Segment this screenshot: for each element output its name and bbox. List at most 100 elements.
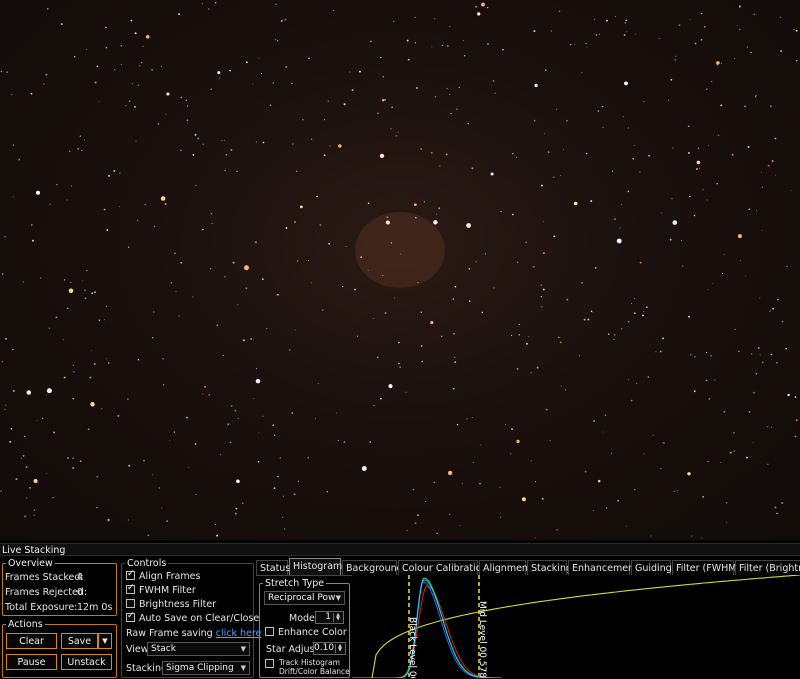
- save-button[interactable]: Save: [61, 633, 98, 649]
- stretch-type-legend: Stretch Type: [265, 578, 325, 589]
- star: [650, 535, 652, 537]
- star: [472, 462, 474, 464]
- star: [594, 267, 597, 269]
- tab-background[interactable]: Background: [342, 560, 403, 575]
- star: [161, 507, 163, 509]
- align-frames-check-icon[interactable]: [126, 569, 135, 580]
- star: [293, 493, 296, 496]
- align-frames-checkbox[interactable]: Align Frames: [126, 569, 200, 582]
- star: [33, 509, 36, 511]
- star: [24, 435, 26, 437]
- tab-guiding[interactable]: Guiding: [631, 560, 672, 575]
- stepper-arrows-icon[interactable]: ▲ ▼: [333, 613, 342, 622]
- histogram-plot[interactable]: Black Level 00 Mid Level 00.5784: [352, 575, 800, 678]
- star: [706, 88, 708, 90]
- auto-save-check-icon[interactable]: [126, 611, 135, 622]
- star: [86, 269, 88, 272]
- star: [232, 261, 235, 264]
- star: [746, 46, 748, 48]
- star: [541, 306, 543, 308]
- star: [762, 361, 764, 363]
- star: [438, 207, 441, 210]
- star: [748, 411, 751, 413]
- star: [105, 46, 108, 49]
- stretch-type-select[interactable]: Reciprocal Pow ▼: [264, 591, 345, 605]
- star: [398, 341, 400, 344]
- fwhm-filter-checkbox[interactable]: FWHM Filter: [126, 583, 196, 596]
- mode-stepper[interactable]: 1 ▲ ▼: [315, 611, 344, 624]
- star: [461, 482, 463, 484]
- star: [493, 287, 495, 289]
- star-adjust-stepper[interactable]: 0.10 ▲ ▼: [313, 642, 346, 655]
- star: [737, 24, 738, 26]
- star: [558, 10, 561, 12]
- star: [595, 34, 598, 36]
- tab-filter-fwhm[interactable]: Filter (FWHM): [672, 560, 740, 575]
- star: [670, 78, 673, 81]
- star: [445, 153, 448, 156]
- save-dropdown-button[interactable]: ▼: [98, 633, 112, 649]
- tab-status[interactable]: Status: [256, 560, 290, 575]
- enhance-color-checkbox[interactable]: Enhance Color: [265, 627, 347, 638]
- star: [430, 151, 433, 154]
- star: [590, 200, 593, 202]
- star: [417, 282, 419, 284]
- star: [229, 69, 231, 72]
- star: [556, 108, 558, 110]
- enhance-color-check-icon[interactable]: [265, 627, 274, 636]
- pause-button[interactable]: Pause: [6, 654, 57, 670]
- stacking-select[interactable]: Sigma Clipping ▼: [162, 661, 250, 675]
- track-histogram-check-icon[interactable]: [265, 659, 274, 668]
- star: [258, 432, 260, 434]
- tab-enhancement[interactable]: Enhancement: [568, 560, 638, 575]
- clear-button[interactable]: Clear: [6, 633, 57, 649]
- tab-stacking[interactable]: Stacking: [527, 560, 572, 575]
- auto-save-checkbox[interactable]: Auto Save on Clear/Close: [126, 611, 260, 624]
- star: [725, 502, 728, 504]
- star: [127, 519, 130, 521]
- raw-frame-link[interactable]: click here: [216, 628, 262, 639]
- star: [500, 210, 502, 213]
- star: [606, 507, 608, 509]
- star: [40, 277, 42, 279]
- brightness-filter-check-icon[interactable]: [126, 599, 135, 608]
- tab-colour-calibration[interactable]: Colour Calibration: [398, 560, 488, 575]
- star: [759, 297, 761, 299]
- star: [33, 478, 38, 484]
- star: [252, 339, 254, 340]
- star: [180, 149, 182, 152]
- brightness-filter-checkbox[interactable]: Brightness Filter: [126, 599, 216, 610]
- star: [433, 220, 438, 225]
- view-select[interactable]: Stack ▼: [147, 642, 250, 656]
- track-histogram-checkbox[interactable]: Track Histogram Drift/Color Balance: [265, 658, 350, 676]
- star: [384, 312, 387, 314]
- star: [261, 278, 264, 281]
- tab-histogram[interactable]: Histogram: [289, 558, 342, 575]
- star: [201, 3, 204, 5]
- unstack-button[interactable]: Unstack: [61, 654, 112, 670]
- star: [511, 428, 514, 431]
- star: [185, 99, 188, 102]
- star: [681, 240, 683, 241]
- star: [397, 362, 400, 365]
- fwhm-filter-check-icon[interactable]: [126, 583, 135, 594]
- star: [702, 496, 704, 498]
- tab-alignment[interactable]: Alignment: [479, 560, 532, 575]
- star: [18, 158, 21, 161]
- star: [436, 532, 438, 535]
- star: [447, 470, 453, 476]
- tab-filter-brightness[interactable]: Filter (Brightness): [735, 560, 800, 575]
- star: [120, 64, 122, 66]
- auto-save-label: Auto Save on Clear/Close: [139, 613, 260, 624]
- star: [795, 29, 798, 32]
- star: [357, 335, 359, 337]
- frames-rejected-row: Frames Rejected: 0: [5, 587, 87, 598]
- star: [560, 385, 562, 387]
- star: [214, 523, 217, 526]
- star: [532, 265, 535, 268]
- star: [96, 476, 98, 478]
- star: [327, 100, 329, 102]
- stacked-image-view[interactable]: [0, 0, 800, 540]
- stepper-arrows-icon[interactable]: ▲ ▼: [335, 644, 344, 653]
- star: [22, 281, 24, 283]
